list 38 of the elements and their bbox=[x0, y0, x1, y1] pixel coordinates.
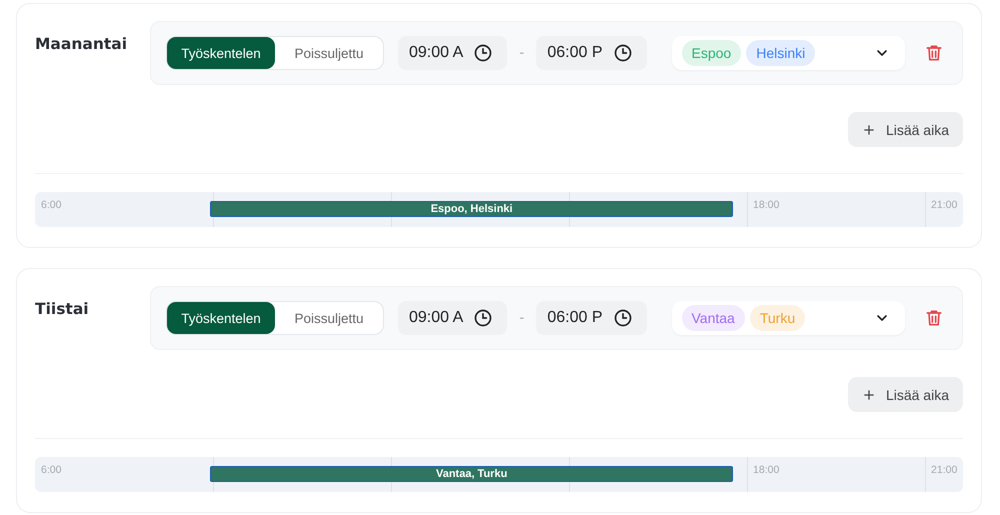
trash-icon bbox=[924, 308, 944, 328]
time-tick-label: 18:00 bbox=[753, 199, 780, 211]
clock-icon bbox=[473, 308, 494, 328]
add-time-button[interactable]: Lisää aika bbox=[848, 377, 963, 412]
time-value: 06:00 P bbox=[547, 309, 602, 327]
time-tick-label: 21:00 bbox=[931, 199, 958, 211]
time-field[interactable]: 09:00 A bbox=[398, 36, 508, 70]
location-tag: Espoo bbox=[682, 40, 742, 66]
time-separator: - bbox=[519, 310, 524, 326]
day-title: Maanantai bbox=[35, 34, 128, 53]
clock-icon bbox=[473, 43, 494, 63]
location-tag: Turku bbox=[750, 305, 806, 331]
day-title: Tiistai bbox=[35, 299, 90, 318]
mode-tab[interactable]: Poissuljettu bbox=[275, 37, 383, 69]
clock-icon bbox=[612, 43, 632, 63]
time-tick-label: 18:00 bbox=[753, 464, 780, 476]
location-tag: Helsinki bbox=[746, 40, 816, 66]
plus-icon bbox=[862, 122, 876, 136]
mode-tab[interactable]: Poissuljettu bbox=[275, 302, 383, 334]
mode-tab[interactable]: Työskentelen bbox=[167, 302, 275, 334]
location-tag: Vantaa bbox=[682, 305, 745, 331]
plus-icon bbox=[862, 388, 876, 402]
time-field[interactable]: 06:00 P bbox=[536, 36, 646, 70]
shift-bar: Espoo, Helsinki bbox=[210, 201, 734, 217]
time-tick-label: 21:00 bbox=[931, 464, 958, 476]
time-separator: - bbox=[519, 45, 524, 61]
clock-icon bbox=[612, 308, 632, 328]
time-field[interactable]: 09:00 A bbox=[398, 301, 508, 335]
time-value: 06:00 P bbox=[547, 44, 602, 62]
mode-tab[interactable]: Työskentelen bbox=[167, 37, 275, 69]
time-tick-label: 6:00 bbox=[41, 199, 62, 211]
trash-icon bbox=[924, 43, 944, 63]
time-value: 09:00 A bbox=[409, 44, 464, 62]
time-value: 09:00 A bbox=[409, 309, 464, 327]
shift-bar: Vantaa, Turku bbox=[210, 466, 734, 482]
add-time-button[interactable]: Lisää aika bbox=[848, 112, 963, 147]
time-field[interactable]: 06:00 P bbox=[536, 301, 646, 335]
time-tick-label: 6:00 bbox=[41, 464, 62, 476]
